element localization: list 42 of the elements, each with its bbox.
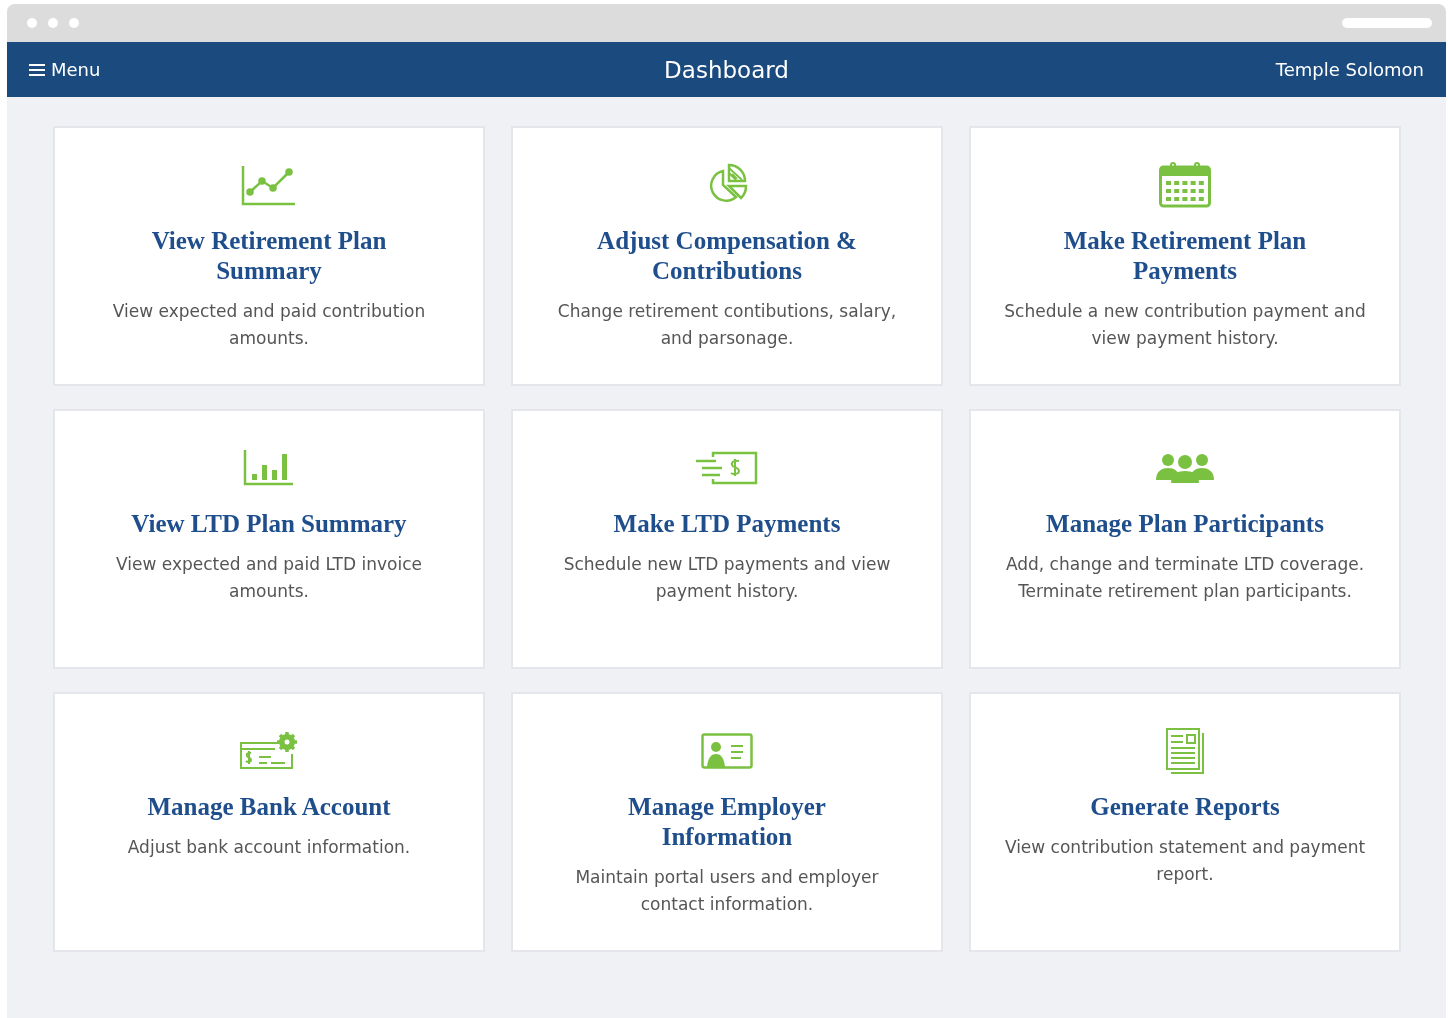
dashboard-card[interactable]: Manage Plan Participants Add, change and terminate LTD coverage. Terminate retirement plan participants. [969, 409, 1401, 669]
dashboard-card[interactable]: Manage Bank Account Adjust bank account information. [53, 692, 485, 952]
people-icon [1156, 453, 1214, 483]
dashboard-card[interactable]: Adjust Compensation & Contributions Change retirement contibutions, salary, and parsonage. [511, 126, 943, 386]
card-description: View expected and paid contribution amounts. [111, 300, 427, 350]
card-title: Manage Plan Participants [1046, 509, 1324, 539]
card-description: Schedule a new contribution payment and view payment history. [1003, 300, 1367, 350]
card-description: Maintain portal users and employer contact information. [574, 866, 880, 916]
card-description: Add, change and terminate LTD coverage. Terminate retirement plan participants. [1004, 553, 1366, 603]
card-title: View Retirement Plan Summary [150, 226, 388, 286]
window-dot[interactable] [69, 18, 79, 28]
card-description: Schedule new LTD payments and view payment history. [562, 553, 892, 603]
menu-icon [29, 62, 45, 77]
window-dot[interactable] [27, 18, 37, 28]
bar-chart-icon [243, 450, 295, 486]
dashboard-card[interactable]: View LTD Plan Summary View expected and paid LTD invoice amounts. [53, 409, 485, 669]
money-transfer-icon [696, 451, 758, 485]
bank-check-icon [239, 732, 299, 770]
window-dot[interactable] [48, 18, 58, 28]
dashboard-card[interactable]: Make LTD Payments Schedule new LTD payments and view payment history. [511, 409, 943, 669]
dashboard-card[interactable]: View Retirement Plan Summary View expected and paid contribution amounts. [53, 126, 485, 386]
card-title: Adjust Compensation & Contributions [596, 226, 858, 286]
dashboard-card[interactable]: Make Retirement Plan Payments Schedule a new contribution payment and view payment history. [969, 126, 1401, 386]
dashboard-card[interactable]: Manage Employer Information Maintain portal users and employer contact information. [511, 692, 943, 952]
card-title: Generate Reports [1090, 792, 1280, 822]
id-card-icon [701, 733, 753, 769]
dashboard-card[interactable]: Generate Reports View contribution statement and payment report. [969, 692, 1401, 952]
card-description: Adjust bank account information. [127, 836, 411, 859]
card-description: View expected and paid LTD invoice amounts. [115, 553, 423, 603]
card-title: View LTD Plan Summary [131, 509, 407, 539]
document-icon [1165, 727, 1205, 775]
card-description: View contribution statement and payment report. [1003, 836, 1367, 886]
menu-button[interactable]: Menu [29, 59, 101, 80]
card-title: Make LTD Payments [613, 509, 841, 539]
page-title: Dashboard [663, 56, 790, 83]
calendar-icon [1159, 162, 1211, 208]
card-title: Manage Employer Information [627, 792, 827, 852]
card-description: Change retirement contibutions, salary, and parsonage. [556, 300, 898, 350]
user-name[interactable]: Temple Solomon [1275, 59, 1424, 80]
card-title: Manage Bank Account [147, 792, 391, 822]
card-title: Make Retirement Plan Payments [1062, 226, 1308, 286]
line-chart-icon [241, 164, 297, 206]
